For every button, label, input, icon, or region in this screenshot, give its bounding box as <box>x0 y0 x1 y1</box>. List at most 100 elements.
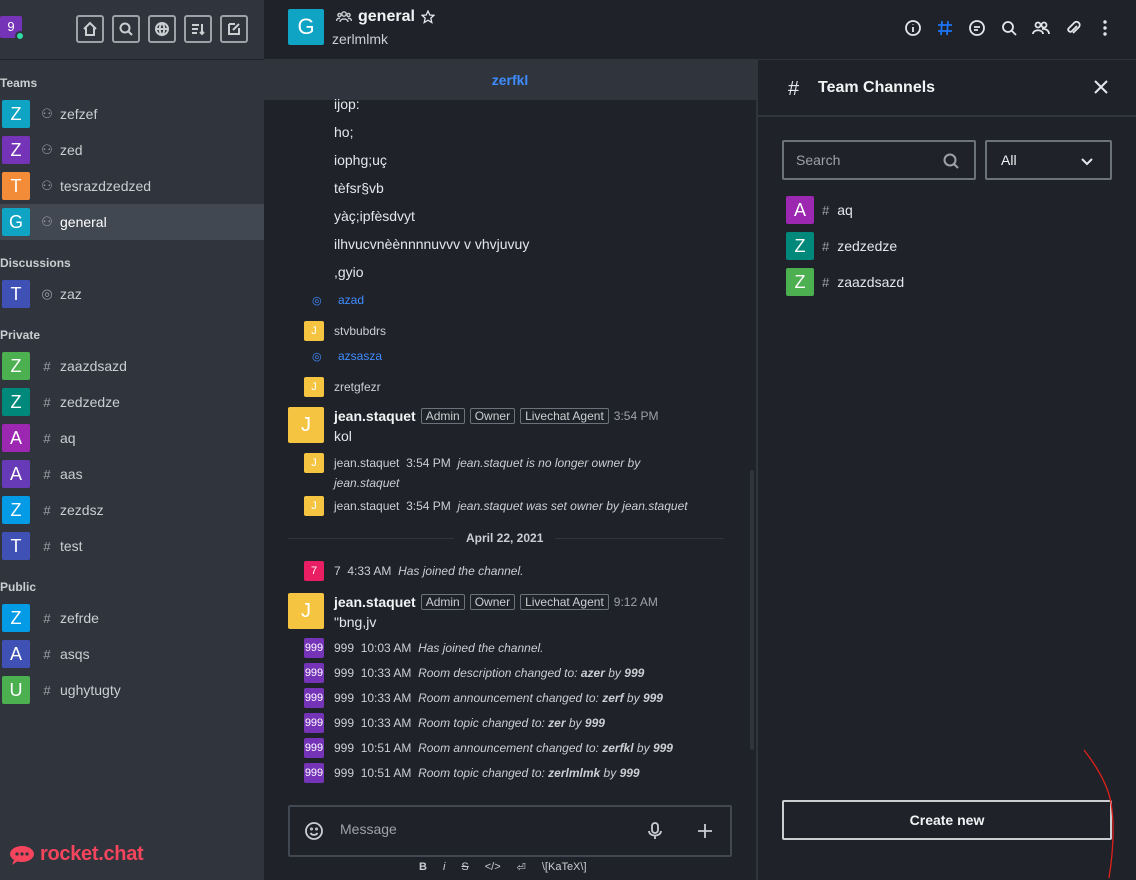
members-button[interactable] <box>1031 18 1050 37</box>
channel-search-input[interactable]: Search <box>782 140 976 180</box>
role-tag: Admin <box>420 408 465 424</box>
system-username[interactable]: jean.staquet <box>334 456 399 470</box>
message-line: ilhvucvnèènnnnuvvv v vhvjuvuy <box>334 236 530 252</box>
system-username[interactable]: 999 <box>334 666 354 680</box>
team-channels-button[interactable] <box>935 18 954 37</box>
section-teams: Teams <box>0 76 38 90</box>
system-text: Room description changed to: <box>418 666 578 680</box>
sidebar-item-zezdsz[interactable]: Z # zezdsz <box>0 492 264 528</box>
user-avatar[interactable]: 999 <box>304 713 324 733</box>
close-panel-button[interactable] <box>1092 78 1110 96</box>
message-input[interactable]: Message <box>340 821 397 837</box>
system-message: 999 999 10:33 AM Room announcement change… <box>304 688 663 708</box>
code-button[interactable]: </> <box>485 861 501 874</box>
message-composer[interactable]: Message <box>288 805 732 857</box>
bold-button[interactable]: B <box>419 861 427 874</box>
strike-button[interactable]: S <box>461 861 468 874</box>
user-avatar[interactable]: 999 <box>304 688 324 708</box>
system-username[interactable]: 999 <box>334 691 354 705</box>
search-button[interactable] <box>112 15 140 43</box>
message-full-2: J jean.staquet Admin Owner Livechat Agen… <box>288 593 658 630</box>
team-channel-item[interactable]: Z # zedzedze <box>786 232 897 260</box>
home-button[interactable] <box>76 15 104 43</box>
sidebar-item-zaazdsazd[interactable]: Z # zaazdsazd <box>0 348 264 384</box>
sort-button[interactable] <box>184 15 212 43</box>
system-time: 4:33 AM <box>347 564 392 578</box>
directory-button[interactable] <box>148 15 176 43</box>
system-by: by <box>603 766 617 780</box>
room-avatar: A <box>2 640 30 668</box>
system-time: 10:33 AM <box>360 691 412 705</box>
user-avatar[interactable]: J <box>304 453 324 473</box>
user-avatar[interactable]: J <box>304 377 324 397</box>
system-time: 3:54 PM <box>406 499 451 513</box>
room-info-button[interactable] <box>903 18 922 37</box>
sidebar-item-aq[interactable]: A # aq <box>0 420 264 456</box>
private-hashtag-icon: # <box>43 466 51 482</box>
edit-icon <box>228 23 240 35</box>
kebab-menu-button[interactable] <box>1095 18 1114 37</box>
audio-record-button[interactable] <box>645 821 665 841</box>
discussions-button[interactable] <box>967 18 986 37</box>
user-avatar[interactable]: J <box>304 321 324 341</box>
user-avatar[interactable]: 999 <box>304 663 324 683</box>
sidebar-item-test[interactable]: T # test <box>0 528 264 564</box>
team-channel-item[interactable]: Z # zaazdsazd <box>786 268 904 296</box>
favorite-star-icon[interactable] <box>420 10 435 24</box>
create-new-button[interactable] <box>220 15 248 43</box>
hashtag-icon: # <box>43 646 51 662</box>
thread-message-1[interactable]: ◎ azad <box>304 293 364 307</box>
sidebar-item-zedzedze[interactable]: Z # zedzedze <box>0 384 264 420</box>
katex-button[interactable]: \[KaTeX\] <box>542 861 587 874</box>
user-avatar[interactable]: 7 <box>304 561 324 581</box>
user-avatar[interactable]: J <box>304 496 324 516</box>
system-text: Room topic changed to: <box>418 766 545 780</box>
user-avatar[interactable]: J <box>288 407 324 443</box>
sidebar-item-aas[interactable]: A # aas <box>0 456 264 492</box>
sidebar-item-tesrazdzedzed[interactable]: T ⚇ tesrazdzedzed <box>0 168 264 204</box>
room-topic: zerlmlmk <box>332 31 388 47</box>
user-avatar[interactable]: 999 <box>304 638 324 658</box>
sidebar-item-zefzef[interactable]: Z ⚇ zefzef <box>0 96 264 132</box>
sidebar-item-zed[interactable]: Z ⚇ zed <box>0 132 264 168</box>
italic-button[interactable]: i <box>443 861 445 874</box>
system-username[interactable]: 999 <box>334 716 354 730</box>
room-avatar[interactable]: G <box>288 9 324 45</box>
sidebar-item-ughytugty[interactable]: U # ughytugty <box>0 672 264 708</box>
sidebar-item-asqs[interactable]: A # asqs <box>0 636 264 672</box>
channel-label: zaazdsazd <box>837 274 905 290</box>
user-avatar[interactable]: 999 <box>304 738 324 758</box>
plus-icon <box>698 824 712 838</box>
announcement-bar[interactable]: zerfkl <box>264 60 756 100</box>
message-username[interactable]: jean.staquet <box>334 408 416 424</box>
emoji-button[interactable] <box>304 821 324 841</box>
system-username[interactable]: 999 <box>334 741 354 755</box>
home-icon <box>83 21 97 36</box>
sidebar-item-label: zezdsz <box>60 502 104 518</box>
add-attachment-button[interactable] <box>695 821 715 841</box>
sidebar-item-zaz[interactable]: T ◎ zaz <box>0 276 264 312</box>
system-username[interactable]: 999 <box>334 641 354 655</box>
user-avatar[interactable]: 999 <box>304 763 324 783</box>
team-channel-item[interactable]: A # aq <box>786 196 853 224</box>
channel-filter-select[interactable]: All <box>985 140 1112 180</box>
multiline-button[interactable]: ⏎ <box>517 861 526 874</box>
files-button[interactable] <box>1063 18 1082 37</box>
thread-name[interactable]: azad <box>338 293 364 307</box>
private-list: Z # zaazdsazd Z # zedzedze A # aq A # aas Z # zezdsz T #… <box>0 348 264 564</box>
create-new-button[interactable]: Create new <box>782 800 1112 840</box>
system-username[interactable]: 999 <box>334 766 354 780</box>
system-value: zerfkl <box>602 741 634 755</box>
system-value: zerlmlmk <box>548 766 601 780</box>
thread-name[interactable]: azsasza <box>338 349 382 363</box>
system-username[interactable]: 7 <box>334 564 341 578</box>
channel-avatar: Z <box>786 232 814 260</box>
sidebar-item-general[interactable]: G ⚇ general <box>0 204 264 240</box>
system-username[interactable]: jean.staquet <box>334 499 399 513</box>
user-avatar[interactable]: J <box>288 593 324 629</box>
message-username[interactable]: jean.staquet <box>334 594 416 610</box>
sidebar-item-zefrde[interactable]: Z # zefrde <box>0 600 264 636</box>
thread-message-2[interactable]: ◎ azsasza <box>304 349 382 363</box>
search-messages-button[interactable] <box>999 18 1018 37</box>
scrollbar[interactable] <box>750 470 754 750</box>
